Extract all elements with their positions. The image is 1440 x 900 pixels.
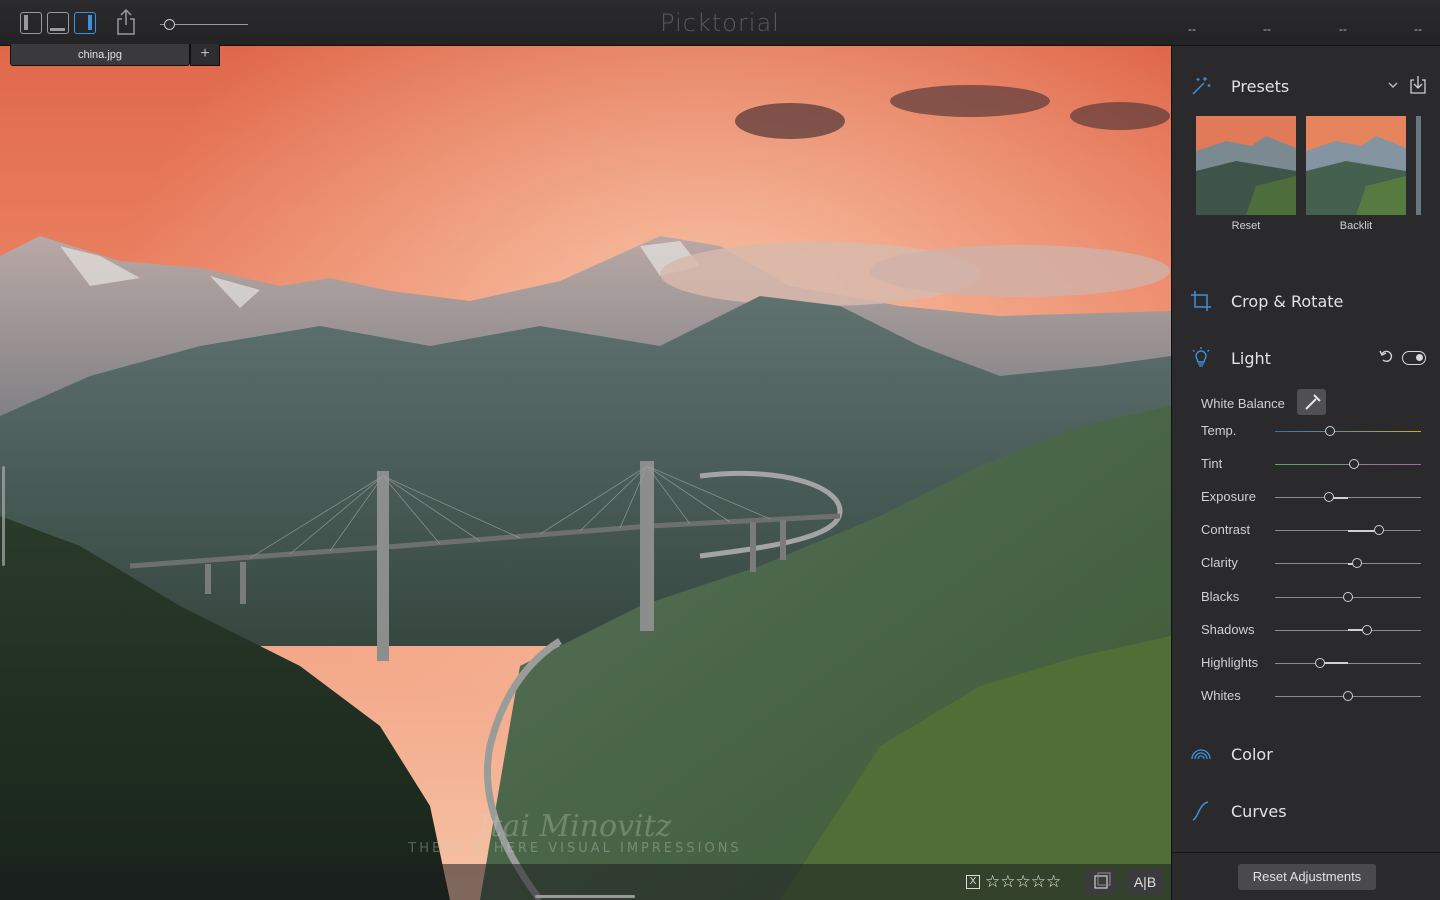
copy-adjustments-button[interactable] [1086, 869, 1117, 895]
reject-flag-icon[interactable]: X [966, 875, 980, 889]
reset-adjustments-button[interactable]: Reset Adjustments [1238, 864, 1376, 890]
slider-label: Temp. [1201, 423, 1237, 438]
chevron-down-icon[interactable] [1387, 80, 1399, 90]
slider-knob[interactable] [1343, 690, 1353, 701]
import-preset-icon[interactable] [1408, 75, 1428, 95]
preset-label-reset: Reset [1231, 220, 1261, 232]
slider-label: Exposure [1201, 489, 1256, 505]
white-balance-picker-button[interactable] [1297, 389, 1326, 415]
slider-label: Blacks [1201, 588, 1240, 604]
section-title-presets[interactable]: Presets [1231, 77, 1289, 96]
vertical-scrollbar[interactable] [2, 466, 5, 566]
preset-thumbnail[interactable] [1196, 116, 1296, 215]
status-dash: -- [1263, 22, 1271, 36]
horizontal-scrollbar[interactable] [535, 895, 635, 898]
lightbulb-icon [1192, 347, 1210, 367]
before-after-button[interactable]: A|B [1127, 869, 1163, 895]
slider-label: Highlights [1201, 654, 1259, 670]
preset-label-backlit: Backlit [1339, 220, 1373, 232]
slider-knob[interactable] [1373, 525, 1384, 536]
section-title-color[interactable]: Color [1231, 745, 1273, 764]
light-visibility-toggle[interactable] [1402, 351, 1426, 365]
tab-file[interactable]: china.jpg [10, 44, 190, 66]
slider-label: Contrast [1201, 522, 1251, 538]
slider-knob[interactable] [1343, 591, 1353, 602]
section-title-crop[interactable]: Crop & Rotate [1231, 292, 1343, 311]
app-title: Picktorial [660, 9, 780, 37]
rating-stars[interactable]: ☆☆☆☆☆ [985, 872, 1061, 892]
reset-section-icon[interactable] [1378, 348, 1394, 364]
slider-track[interactable] [1275, 426, 1421, 436]
status-dash: -- [1414, 22, 1422, 36]
slider-knob[interactable] [1325, 426, 1336, 436]
panel-divider [1172, 852, 1440, 853]
slider-label: Tint [1201, 456, 1223, 472]
adjustments-panel: Presets Reset Backlit Crop & Rotate Ligh… [1171, 46, 1440, 900]
curves-icon [1192, 801, 1209, 821]
watermark-tagline: THERE & HERE VISUAL IMPRESSIONS [407, 841, 741, 856]
slider-knob[interactable] [1315, 657, 1326, 668]
slider-label: Clarity [1201, 555, 1238, 571]
slider-track[interactable] [1275, 525, 1421, 536]
add-tab-button[interactable]: + [190, 44, 220, 66]
landscape-photo: Itai Minovitz THERE & HERE VISUAL IMPRES… [0, 46, 1171, 900]
slider-knob[interactable] [1351, 558, 1362, 569]
magic-wand-icon [1192, 77, 1211, 95]
slider-track[interactable] [1275, 657, 1421, 668]
white-balance-label: White Balance [1201, 396, 1285, 411]
section-title-light[interactable]: Light [1231, 349, 1271, 368]
photo-canvas[interactable]: Itai Minovitz THERE & HERE VISUAL IMPRES… [0, 46, 1171, 900]
slider-label: Whites [1201, 687, 1241, 703]
status-dash: -- [1339, 22, 1347, 36]
preset-thumbnail-partial[interactable] [1416, 116, 1421, 215]
slider-track[interactable] [1275, 459, 1421, 470]
preset-thumbnail[interactable] [1306, 116, 1406, 215]
copy-icon [1094, 872, 1111, 889]
slider-knob[interactable] [1348, 459, 1359, 470]
status-dash: -- [1188, 22, 1196, 36]
slider-track[interactable] [1275, 690, 1421, 701]
title-bar: Picktorial -- -- -- -- [0, 0, 1440, 46]
section-title-curves[interactable]: Curves [1231, 802, 1287, 821]
slider-track[interactable] [1275, 591, 1421, 602]
eyedropper-icon [1305, 394, 1321, 410]
slider-track[interactable] [1275, 492, 1421, 503]
color-wheel-icon [1191, 749, 1211, 760]
slider-knob[interactable] [1324, 492, 1335, 503]
slider-knob[interactable] [1361, 624, 1372, 635]
watermark-signature: Itai Minovitz [477, 809, 671, 844]
slider-label: Shadows [1201, 621, 1255, 637]
slider-track[interactable] [1275, 624, 1421, 635]
crop-icon [1191, 291, 1211, 311]
slider-track[interactable] [1275, 558, 1421, 569]
